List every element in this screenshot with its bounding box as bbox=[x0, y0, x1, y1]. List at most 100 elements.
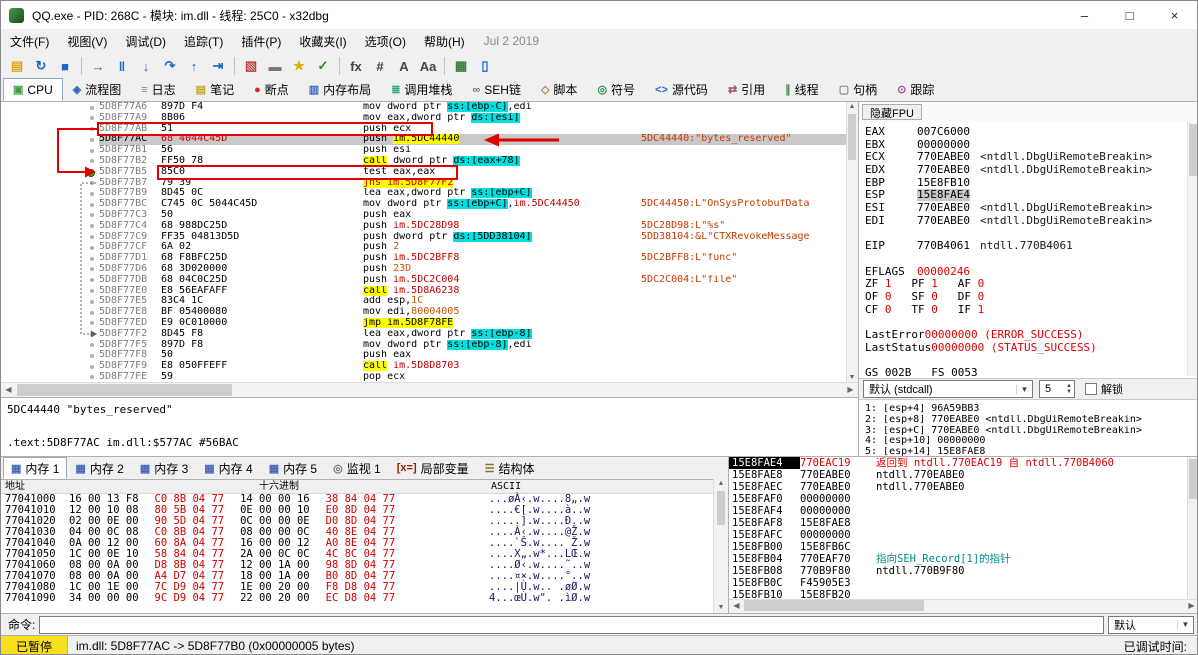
scroll-right-arrow[interactable]: ▶ bbox=[1185, 600, 1197, 612]
stack-row[interactable]: 15E8FAEC 770EABE0 ntdll.770EABE0 bbox=[729, 481, 1188, 493]
disasm-row[interactable]: 5D8F77C4 68 988DC25D push im.5DC28D98 5DC28… bbox=[1, 221, 847, 232]
disasm-row[interactable]: 5D8F77B9 8D45 0C lea eax,dword ptr ss:[ebp… bbox=[1, 188, 847, 199]
register-line[interactable]: EDX 770EABE0 <ntdll.DbgUiRemoteBreakin> bbox=[865, 164, 1186, 177]
command-profile-select[interactable]: 默认 ▼ bbox=[1108, 615, 1194, 634]
tab-trace[interactable]: ⊙ 跟踪 bbox=[887, 78, 944, 101]
arg-count-spinner[interactable]: 5 ▲ ▼ bbox=[1039, 380, 1075, 398]
scroll-thumb[interactable] bbox=[17, 384, 232, 396]
tab-script[interactable]: ◇ 脚本 bbox=[531, 78, 587, 101]
stack-row[interactable]: 15E8FAE4 770EAC19 返回到 ntdll.770EAC19 自 ntd… bbox=[729, 457, 1188, 469]
disasm-row[interactable]: 5D8F77F2 8D45 F8 lea eax,dword ptr ss:[ebp… bbox=[1, 328, 847, 340]
tab-memory-map[interactable]: ▥ 内存布局 bbox=[299, 78, 381, 101]
tab-memory-4[interactable]: ▦ 内存 4 bbox=[196, 457, 260, 479]
scroll-thumb[interactable] bbox=[744, 600, 924, 611]
scroll-thumb[interactable] bbox=[1189, 124, 1197, 176]
menu-item[interactable]: 文件(F) bbox=[1, 30, 58, 53]
scroll-thumb[interactable] bbox=[1189, 459, 1197, 499]
close-button[interactable]: × bbox=[1152, 1, 1197, 29]
disassembly-horizontal-scrollbar[interactable]: ◀ ▶ bbox=[1, 382, 858, 397]
tab-notes[interactable]: ▤ 笔记 bbox=[186, 78, 244, 101]
favourites-icon[interactable]: ★ bbox=[288, 56, 310, 76]
font-icon[interactable]: A bbox=[393, 56, 415, 76]
run-icon[interactable]: → bbox=[87, 56, 109, 76]
tab-cpu[interactable]: ▣ CPU bbox=[3, 78, 63, 101]
register-line[interactable]: LastStatus00000000 (STATUS_SUCCESS) bbox=[865, 342, 1186, 355]
tab-memory-2[interactable]: ▦ 内存 2 bbox=[67, 457, 131, 479]
tab-seh[interactable]: ∞ SEH链 bbox=[462, 78, 531, 101]
stack-argument[interactable]: 1: [esp+4] 96A59BB3 bbox=[865, 404, 1197, 415]
register-line[interactable]: EAX 007C6000 bbox=[865, 126, 1186, 139]
tab-call-stack[interactable]: ≣ 调用堆栈 bbox=[381, 78, 462, 101]
menu-item[interactable]: 调试(D) bbox=[116, 30, 175, 53]
maximize-button[interactable]: □ bbox=[1107, 1, 1152, 29]
disasm-row[interactable]: 5D8F77AC 68 4044C45D push im.5DC44440 5DC44… bbox=[1, 134, 847, 146]
breakpoint-dot[interactable] bbox=[87, 168, 95, 177]
disasm-row[interactable]: 5D8F77AB 51 push ecx bbox=[1, 124, 847, 135]
register-line[interactable]: ECX 770EABE0 <ntdll.DbgUiRemoteBreakin> bbox=[865, 151, 1186, 164]
menu-item[interactable]: 视图(V) bbox=[58, 30, 116, 53]
tab-graph[interactable]: ◈ 流程图 bbox=[63, 78, 131, 101]
stack-row[interactable]: 15E8FAFC 00000000 bbox=[729, 529, 1188, 541]
highlight-icon[interactable]: Aa bbox=[417, 56, 439, 76]
tab-locals[interactable]: [x=] 局部变量 bbox=[389, 457, 477, 479]
register-line[interactable] bbox=[865, 228, 1186, 241]
tab-symbols[interactable]: ◎ 符号 bbox=[587, 78, 645, 101]
stack-row[interactable]: 15E8FAF0 00000000 bbox=[729, 493, 1188, 505]
check-icon[interactable]: ✓ bbox=[312, 56, 334, 76]
comment-icon[interactable]: ▬ bbox=[264, 56, 286, 76]
scroll-up-arrow[interactable]: ▲ bbox=[716, 479, 726, 489]
register-line[interactable] bbox=[865, 354, 1186, 367]
tab-breakpoints[interactable]: ● 断点 bbox=[244, 78, 299, 101]
restart-icon[interactable]: ↻ bbox=[30, 56, 52, 76]
register-line[interactable]: ZF 1 PF 1 AF 0 bbox=[865, 278, 1186, 291]
step-into-icon[interactable]: ↓ bbox=[135, 56, 157, 76]
scroll-right-arrow[interactable]: ▶ bbox=[844, 384, 857, 396]
phone-icon[interactable]: ▯ bbox=[474, 56, 496, 76]
tab-memory-5[interactable]: ▦ 内存 5 bbox=[261, 457, 325, 479]
disasm-row[interactable]: 5D8F77E8 BF 05400080 mov edi,80004005 bbox=[1, 307, 847, 318]
stack-argument[interactable]: 4: [esp+10] 00000000 bbox=[865, 436, 1197, 447]
register-line[interactable]: CF 0 TF 0 IF 1 bbox=[865, 304, 1186, 317]
disasm-row[interactable]: 5D8F77B2 FF50 78 call dword ptr ds:[eax+78… bbox=[1, 155, 847, 167]
unlock-checkbox[interactable]: 解锁 bbox=[1085, 381, 1123, 397]
command-input[interactable] bbox=[39, 615, 1104, 634]
register-line[interactable]: EDI 770EABE0 <ntdll.DbgUiRemoteBreakin> bbox=[865, 215, 1186, 228]
disasm-row[interactable]: 5D8F77A9 8B06 mov eax,dword ptr ds:[esi] bbox=[1, 112, 847, 124]
stack-vertical-scrollbar[interactable] bbox=[1187, 457, 1197, 601]
stack-argument[interactable]: 2: [esp+8] 770EABE0 <ntdll.DbgUiRemoteBr… bbox=[865, 415, 1197, 426]
disassembly-vertical-scrollbar[interactable]: ▲ ▼ bbox=[846, 102, 858, 383]
tab-watch-1[interactable]: ◎ 监视 1 bbox=[325, 457, 389, 479]
disasm-row[interactable]: 5D8F77F5 897D F8 mov dword ptr ss:[ebp-8],… bbox=[1, 339, 847, 351]
register-line[interactable]: EBP 15E8FB10 bbox=[865, 177, 1186, 190]
disasm-row[interactable]: 5D8F77BC C745 0C 5044C45D mov dword ptr ss… bbox=[1, 199, 847, 210]
menu-item[interactable]: 帮助(H) bbox=[415, 30, 474, 53]
tab-references[interactable]: ⇄ 引用 bbox=[718, 78, 775, 101]
stack-row[interactable]: 15E8FB0C F45905E3 bbox=[729, 577, 1188, 589]
minimize-button[interactable]: – bbox=[1062, 1, 1107, 29]
menu-item[interactable]: 追踪(T) bbox=[175, 30, 232, 53]
stop-icon[interactable]: ■ bbox=[54, 56, 76, 76]
disasm-row[interactable]: 5D8F77ED E9 0C010000 jmp im.5D8F78FE bbox=[1, 317, 847, 329]
stack-row[interactable]: 15E8FAE8 770EABE0 ntdll.770EABE0 bbox=[729, 469, 1188, 481]
menu-item[interactable]: 收藏夹(I) bbox=[290, 30, 355, 53]
patch-icon[interactable]: ▧ bbox=[240, 56, 262, 76]
memory-chip-icon[interactable]: ▦ bbox=[450, 56, 472, 76]
register-line[interactable] bbox=[865, 316, 1186, 329]
register-line[interactable]: EBX 00000000 bbox=[865, 139, 1186, 152]
stack-horizontal-scrollbar[interactable]: ◀ ▶ bbox=[729, 599, 1197, 613]
memory-vertical-scrollbar[interactable]: ▲ ▼ bbox=[713, 479, 728, 613]
stack-row[interactable]: 15E8FB08 770B9F80 ntdll.770B9F80 bbox=[729, 565, 1188, 577]
memory-row[interactable]: 77041090 34 00 00 00 9C D9 04 77 22 00 20 0… bbox=[1, 593, 728, 604]
tab-handles[interactable]: ▢ 句柄 bbox=[829, 78, 887, 101]
stack-argument[interactable]: 3: [esp+C] 770EABE0 <ntdll.DbgUiRemoteBr… bbox=[865, 426, 1197, 437]
pause-icon[interactable]: ‖ bbox=[111, 56, 133, 76]
disasm-row[interactable]: 5D8F77D6 68 3D020000 push 23D bbox=[1, 264, 847, 275]
step-out-icon[interactable]: ↑ bbox=[183, 56, 205, 76]
hash-icon[interactable]: # bbox=[369, 56, 391, 76]
disasm-row[interactable]: 5D8F77C3 50 push eax bbox=[1, 210, 847, 221]
disasm-row[interactable]: 5D8F77F9 E8 050FFEFF call im.5D8D8703 bbox=[1, 361, 847, 372]
disasm-row[interactable]: 5D8F77D1 68 F8BFC25D push im.5DC2BFF8 5DC2B… bbox=[1, 253, 847, 264]
disasm-row[interactable]: 5D8F77B5 85C0 test eax,eax bbox=[1, 167, 847, 178]
tab-memory-1[interactable]: ▦ 内存 1 bbox=[3, 457, 68, 479]
disasm-row[interactable]: 5D8F77C9 FF35 04813D5D push dword ptr ds:[… bbox=[1, 231, 847, 243]
